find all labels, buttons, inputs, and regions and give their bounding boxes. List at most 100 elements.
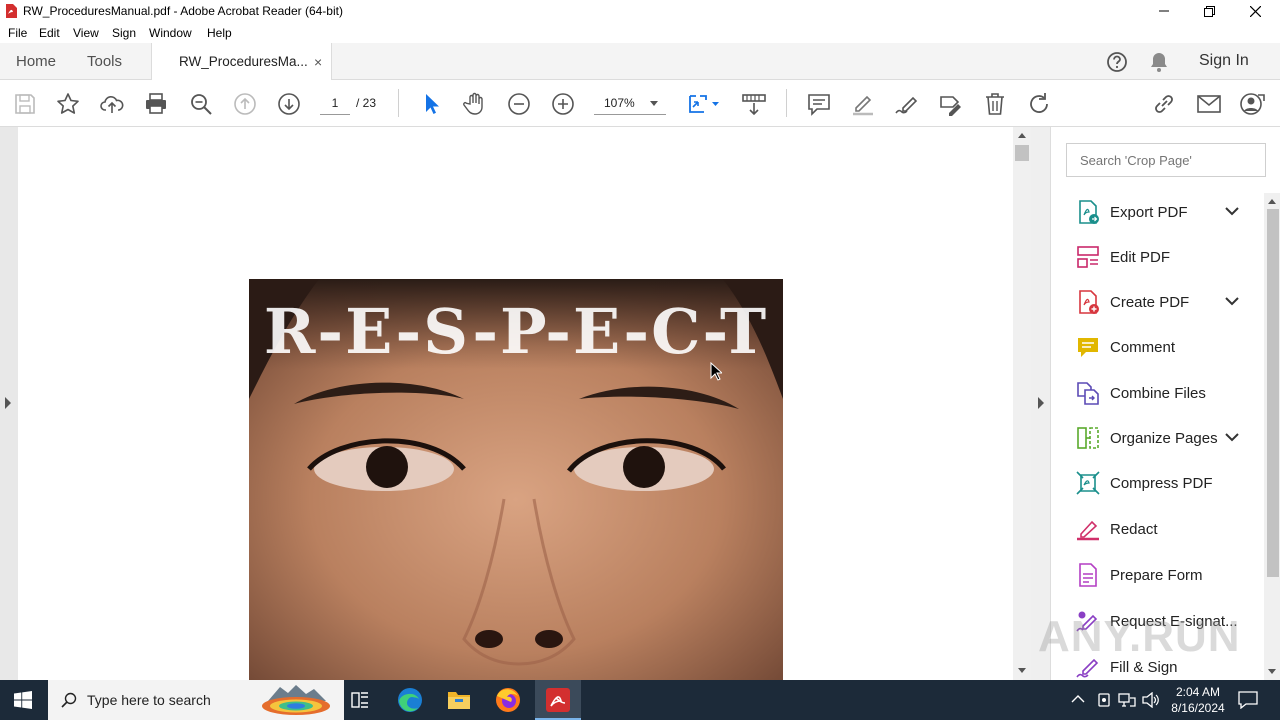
minimize-button[interactable]	[1141, 0, 1187, 22]
scroll-up-arrow-icon[interactable]	[1018, 132, 1026, 138]
panel-collapse-strip[interactable]	[1031, 127, 1050, 680]
document-scrollbar[interactable]	[1013, 127, 1031, 680]
edge-browser-icon[interactable]	[390, 684, 430, 716]
firefox-browser-icon[interactable]	[488, 684, 528, 716]
window-title: RW_ProceduresManual.pdf - Adobe Acrobat …	[23, 4, 343, 18]
scroll-down-arrow-icon[interactable]	[1018, 668, 1026, 674]
restore-button[interactable]	[1186, 0, 1232, 22]
menu-help[interactable]: Help	[207, 26, 232, 40]
comment-note-icon[interactable]	[806, 91, 832, 117]
tab-document[interactable]: RW_ProceduresMa... ×	[151, 43, 332, 81]
zoom-level-value: 107%	[604, 96, 635, 110]
tool-create-pdf[interactable]: Create PDF	[1073, 287, 1263, 317]
compress-pdf-icon	[1076, 471, 1100, 495]
device-usb-icon[interactable]	[1096, 692, 1112, 708]
tool-redact[interactable]: Redact	[1073, 514, 1263, 544]
page-number-input[interactable]: 1	[320, 93, 350, 115]
main-toolbar: 1 / 23 107%	[0, 80, 1280, 127]
rotate-icon[interactable]	[1026, 91, 1052, 117]
edit-pdf-icon	[1077, 246, 1099, 268]
notification-center-icon[interactable]	[1238, 691, 1258, 709]
prepare-form-icon	[1079, 563, 1097, 587]
zoom-in-icon[interactable]	[550, 91, 576, 117]
edit-text-icon[interactable]	[938, 91, 964, 117]
zoom-search-icon[interactable]	[188, 91, 214, 117]
chevron-down-icon	[650, 101, 658, 106]
scroll-mode-icon[interactable]	[741, 91, 767, 117]
tab-bar: Home Tools RW_ProceduresMa... × Sign In	[0, 43, 1280, 81]
tool-edit-pdf[interactable]: Edit PDF	[1073, 242, 1263, 272]
search-icon	[61, 692, 77, 708]
zoom-out-icon[interactable]	[506, 91, 532, 117]
menu-sign[interactable]: Sign	[112, 26, 136, 40]
scrollbar-thumb[interactable]	[1267, 209, 1279, 577]
document-viewport[interactable]: R-E-S-P-E-C-T	[0, 127, 1050, 680]
tool-organize-pages[interactable]: Organize Pages	[1073, 423, 1263, 453]
scrollbar-thumb[interactable]	[1015, 145, 1029, 161]
tool-compress-pdf[interactable]: Compress PDF	[1073, 468, 1263, 498]
toolbar-divider	[398, 89, 399, 117]
tool-label: Export PDF	[1110, 204, 1188, 221]
sign-in-button[interactable]: Sign In	[1199, 52, 1249, 70]
pdf-page: R-E-S-P-E-C-T	[18, 127, 1013, 680]
tool-label: Combine Files	[1110, 385, 1206, 402]
notifications-bell-icon[interactable]	[1149, 51, 1169, 73]
tool-comment[interactable]: Comment	[1073, 332, 1263, 362]
tab-home[interactable]: Home	[16, 53, 56, 70]
tool-label: Compress PDF	[1110, 475, 1213, 492]
chevron-down-icon[interactable]	[1225, 296, 1239, 306]
tool-export-pdf[interactable]: Export PDF	[1073, 197, 1263, 227]
document-tab-label: RW_ProceduresMa...	[179, 54, 308, 69]
delete-trash-icon[interactable]	[982, 91, 1008, 117]
windows-start-icon[interactable]	[14, 691, 32, 709]
menu-edit[interactable]: Edit	[39, 26, 60, 40]
collapse-panel-icon[interactable]	[1037, 397, 1045, 409]
system-clock[interactable]: 2:04 AM 8/16/2024	[1168, 684, 1228, 716]
tool-prepare-form[interactable]: Prepare Form	[1073, 560, 1263, 590]
save-icon[interactable]	[12, 91, 38, 117]
bookmark-star-icon[interactable]	[55, 91, 81, 117]
left-panel-toggle-icon[interactable]	[4, 397, 12, 409]
chevron-down-icon[interactable]	[1225, 206, 1239, 216]
acrobat-taskbar-button[interactable]	[535, 680, 581, 720]
volume-icon[interactable]	[1142, 692, 1160, 708]
next-page-icon[interactable]	[276, 91, 302, 117]
draw-sign-icon[interactable]	[894, 91, 920, 117]
menu-view[interactable]: View	[73, 26, 99, 40]
respect-heading: R-E-S-P-E-C-T	[263, 295, 769, 368]
restore-icon	[1203, 5, 1215, 17]
close-tab-button[interactable]: ×	[314, 54, 322, 70]
select-cursor-icon[interactable]	[418, 91, 444, 117]
tool-label: Comment	[1110, 339, 1176, 356]
scroll-up-arrow-icon[interactable]	[1268, 198, 1276, 204]
zoom-level-select[interactable]: 107%	[594, 93, 666, 115]
print-icon[interactable]	[143, 91, 169, 117]
previous-page-icon[interactable]	[232, 91, 258, 117]
page-fit-icon[interactable]	[686, 91, 720, 117]
create-pdf-icon	[1079, 290, 1099, 314]
panel-scrollbar[interactable]	[1264, 193, 1280, 680]
email-icon[interactable]	[1196, 91, 1222, 117]
tab-tools[interactable]: Tools	[87, 53, 122, 70]
close-window-button[interactable]	[1232, 0, 1278, 22]
chevron-down-icon[interactable]	[1225, 432, 1239, 442]
upload-cloud-icon[interactable]	[99, 91, 125, 117]
menu-window[interactable]: Window	[149, 26, 192, 40]
combine-files-icon	[1077, 382, 1099, 405]
share-link-icon[interactable]	[1151, 91, 1177, 117]
tool-combine-files[interactable]: Combine Files	[1073, 378, 1263, 408]
hand-tool-icon[interactable]	[462, 91, 488, 117]
cover-photo: R-E-S-P-E-C-T	[249, 279, 783, 680]
taskbar-search-box[interactable]: Type here to search	[48, 680, 344, 720]
menu-file[interactable]: File	[8, 26, 27, 40]
scroll-down-arrow-icon[interactable]	[1268, 669, 1276, 675]
tools-search-input[interactable]	[1066, 143, 1266, 177]
task-view-icon[interactable]	[340, 684, 380, 716]
show-hidden-icons-chevron[interactable]	[1071, 694, 1085, 704]
help-icon[interactable]	[1106, 51, 1128, 73]
share-user-icon[interactable]	[1240, 91, 1266, 117]
file-explorer-icon[interactable]	[439, 684, 479, 716]
network-icon[interactable]	[1118, 692, 1136, 708]
highlight-pen-icon[interactable]	[850, 91, 876, 117]
taskbar-search-placeholder: Type here to search	[87, 692, 211, 708]
